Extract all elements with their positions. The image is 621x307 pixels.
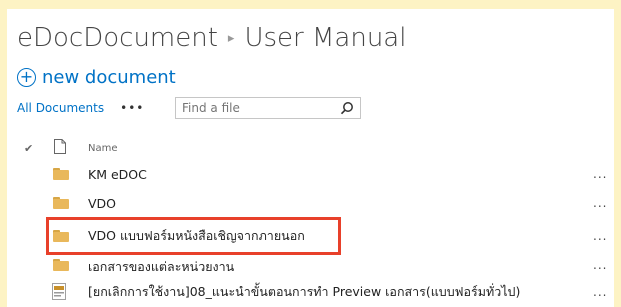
list-item[interactable]: KM eDOC ... <box>7 161 614 187</box>
list-item[interactable]: เอกสารของแต่ละหน่วยงาน ... <box>7 252 614 278</box>
breadcrumb-site[interactable]: eDocDocument <box>17 23 218 53</box>
search-input[interactable] <box>176 101 326 115</box>
item-name[interactable]: KM eDOC <box>88 167 147 182</box>
view-all-documents[interactable]: All Documents <box>17 101 104 115</box>
item-menu-icon[interactable]: ... <box>593 167 607 181</box>
folder-icon <box>53 259 69 271</box>
select-all-checkmark-icon[interactable]: ✔ <box>24 142 33 155</box>
highlight-box <box>46 217 341 255</box>
folder-icon <box>53 168 69 180</box>
item-menu-icon[interactable]: ... <box>593 285 607 299</box>
plus-circle-icon: + <box>17 67 36 87</box>
new-document-label: new document <box>42 66 176 88</box>
folder-icon <box>53 197 69 209</box>
breadcrumb-separator-icon: ▸ <box>227 31 235 46</box>
item-name[interactable]: เอกสารของแต่ละหน่วยงาน <box>88 257 234 277</box>
item-menu-icon[interactable]: ... <box>593 258 607 272</box>
file-icon <box>52 283 66 300</box>
search-box <box>175 97 361 119</box>
item-menu-icon[interactable]: ... <box>593 229 607 243</box>
list-header-row: ✔ Name <box>7 135 614 161</box>
breadcrumb: eDocDocument ▸ User Manual <box>17 23 406 53</box>
new-document-button[interactable]: + new document <box>17 65 176 89</box>
view-more-icon[interactable]: ••• <box>120 101 144 115</box>
list-item[interactable]: VDO ... <box>7 190 614 216</box>
column-header-name[interactable]: Name <box>88 143 118 154</box>
list-item[interactable]: [ยกเลิกการใช้งาน]08_แนะนำขั้นตอนการทำ Pr… <box>7 279 614 305</box>
view-bar: All Documents ••• <box>17 97 144 119</box>
item-menu-icon[interactable]: ... <box>593 196 607 210</box>
item-name[interactable]: VDO <box>88 196 116 211</box>
document-type-icon <box>54 139 66 154</box>
search-icon[interactable] <box>340 101 354 115</box>
document-library-panel: eDocDocument ▸ User Manual + new document … <box>7 9 614 307</box>
item-name[interactable]: [ยกเลิกการใช้งาน]08_แนะนำขั้นตอนการทำ Pr… <box>88 282 520 302</box>
breadcrumb-page: User Manual <box>244 23 407 53</box>
